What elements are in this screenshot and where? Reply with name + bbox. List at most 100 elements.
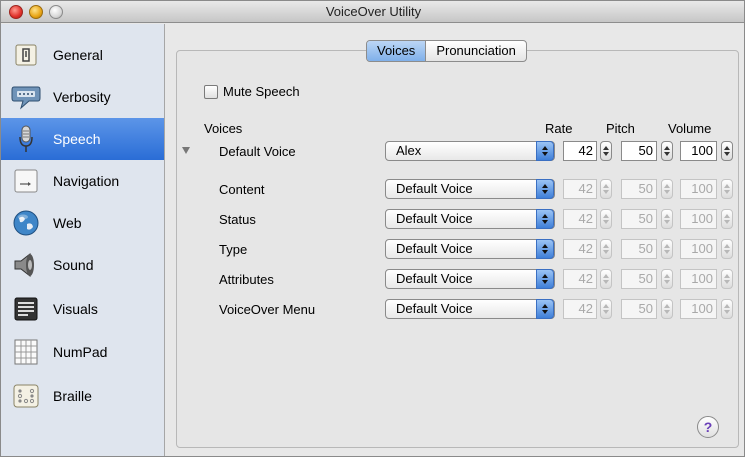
volume-field: 100	[680, 299, 717, 319]
voiceover-utility-window: VoiceOver Utility General Verbosity Spee…	[0, 0, 745, 457]
attributes-voice-popup[interactable]: Default Voice	[385, 269, 555, 289]
sidebar-item-general[interactable]: General	[1, 34, 164, 76]
pitch-field: 50	[621, 239, 657, 259]
volume-stepper	[721, 239, 733, 259]
popup-arrows-icon	[536, 269, 554, 289]
rate-field: 42	[563, 209, 597, 229]
sidebar-item-speech[interactable]: Speech	[1, 118, 164, 160]
pitch-stepper	[661, 209, 673, 229]
microphone-icon	[11, 124, 41, 154]
rate-field[interactable]: 42	[563, 141, 597, 161]
popup-value: Default Voice	[396, 181, 473, 196]
rate-stepper[interactable]	[600, 141, 612, 161]
sidebar-item-label: General	[53, 47, 103, 63]
globe-icon	[11, 208, 41, 238]
rate-field: 42	[563, 299, 597, 319]
sidebar-item-label: Verbosity	[53, 89, 111, 105]
popup-value: Default Voice	[396, 241, 473, 256]
rate-stepper	[600, 209, 612, 229]
pitch-field: 50	[621, 179, 657, 199]
general-icon	[11, 40, 41, 70]
sidebar-item-visuals[interactable]: Visuals	[1, 288, 164, 330]
sidebar: General Verbosity Speech Navigation Web	[1, 24, 165, 456]
popup-arrows-icon	[536, 299, 554, 319]
pitch-field: 50	[621, 209, 657, 229]
sidebar-item-sound[interactable]: Sound	[1, 244, 164, 286]
navigation-icon	[11, 166, 41, 196]
mute-speech-checkbox[interactable]	[204, 84, 218, 99]
volume-field: 100	[680, 209, 717, 229]
main-panel: Voices Pronunciation Mute Speech Voices …	[166, 24, 744, 456]
braille-icon	[11, 381, 41, 411]
popup-value: Default Voice	[396, 211, 473, 226]
popup-value: Default Voice	[396, 301, 473, 316]
volume-field[interactable]: 100	[680, 141, 717, 161]
volume-stepper[interactable]	[721, 141, 733, 161]
volume-stepper	[721, 179, 733, 199]
volume-field: 100	[680, 269, 717, 289]
sidebar-item-label: Visuals	[53, 301, 98, 317]
verbosity-icon	[11, 82, 41, 112]
voices-column-header: Voices	[204, 121, 243, 136]
numpad-icon	[11, 337, 41, 367]
sidebar-item-label: Web	[53, 215, 82, 231]
tab-bar: Voices Pronunciation	[366, 40, 527, 62]
tab-voices[interactable]: Voices	[367, 41, 427, 61]
disclosure-triangle-icon[interactable]	[182, 147, 190, 154]
content-voice-popup[interactable]: Default Voice	[385, 179, 555, 199]
rate-field: 42	[563, 269, 597, 289]
rate-stepper	[600, 299, 612, 319]
type-voice-popup[interactable]: Default Voice	[385, 239, 555, 259]
speaker-icon	[11, 250, 41, 280]
popup-arrows-icon	[536, 239, 554, 259]
sidebar-item-braille[interactable]: Braille	[1, 375, 164, 417]
row-label-default-voice: Default Voice	[219, 144, 296, 159]
pitch-stepper	[661, 239, 673, 259]
mute-speech-row[interactable]: Mute Speech	[204, 84, 300, 99]
default-voice-popup[interactable]: Alex	[385, 141, 555, 161]
rate-stepper	[600, 179, 612, 199]
volume-column-header: Volume	[668, 121, 712, 136]
popup-value: Alex	[396, 143, 422, 158]
status-voice-popup[interactable]: Default Voice	[385, 209, 555, 229]
sidebar-item-label: Navigation	[53, 173, 120, 189]
rate-field: 42	[563, 179, 597, 199]
title-bar[interactable]: VoiceOver Utility	[1, 1, 744, 23]
row-label-type: Type	[219, 242, 248, 257]
pitch-stepper	[661, 299, 673, 319]
popup-arrows-icon	[536, 179, 554, 199]
pitch-stepper[interactable]	[661, 141, 673, 161]
row-label-voiceover-menu: VoiceOver Menu	[219, 302, 316, 317]
pitch-field[interactable]: 50	[621, 141, 657, 161]
sidebar-item-navigation[interactable]: Navigation	[1, 160, 164, 202]
row-label-content: Content	[219, 182, 265, 197]
visuals-icon	[11, 294, 41, 324]
volume-field: 100	[680, 179, 717, 199]
sidebar-item-web[interactable]: Web	[1, 202, 164, 244]
voiceover-menu-voice-popup[interactable]: Default Voice	[385, 299, 555, 319]
row-label-attributes: Attributes	[219, 272, 274, 287]
sidebar-item-numpad[interactable]: NumPad	[1, 331, 164, 373]
rate-stepper	[600, 239, 612, 259]
sidebar-item-label: Braille	[53, 388, 92, 404]
pitch-field: 50	[621, 299, 657, 319]
volume-stepper	[721, 269, 733, 289]
rate-stepper	[600, 269, 612, 289]
sidebar-item-label: NumPad	[53, 344, 108, 360]
volume-stepper	[721, 209, 733, 229]
volume-field: 100	[680, 239, 717, 259]
tab-pronunciation[interactable]: Pronunciation	[426, 41, 526, 61]
popup-arrows-icon	[536, 209, 554, 229]
pitch-stepper	[661, 179, 673, 199]
popup-arrows-icon	[536, 141, 554, 161]
rate-field: 42	[563, 239, 597, 259]
sidebar-item-label: Speech	[53, 131, 101, 147]
volume-stepper	[721, 299, 733, 319]
popup-value: Default Voice	[396, 271, 473, 286]
window-title: VoiceOver Utility	[325, 4, 422, 19]
pitch-stepper	[661, 269, 673, 289]
sidebar-item-verbosity[interactable]: Verbosity	[1, 76, 164, 118]
sidebar-item-label: Sound	[53, 257, 94, 273]
help-button[interactable]: ?	[697, 416, 719, 438]
rate-column-header: Rate	[545, 121, 573, 136]
